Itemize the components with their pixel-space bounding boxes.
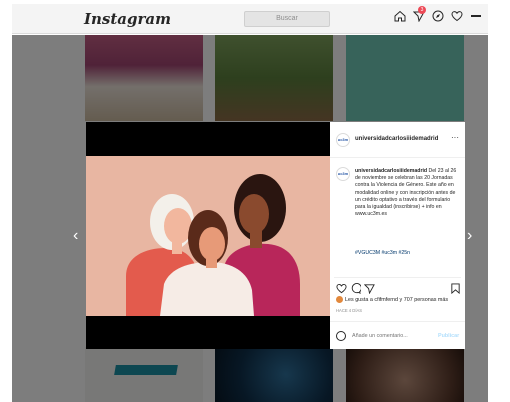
notification-badge: 3 [418, 6, 426, 14]
instagram-logo[interactable]: Instagram [84, 10, 171, 28]
illustration-women [86, 156, 330, 316]
explore-icon[interactable] [432, 10, 444, 22]
post-image[interactable] [86, 122, 330, 349]
search-input[interactable]: Buscar [244, 11, 330, 27]
save-icon[interactable] [450, 283, 461, 294]
heart-icon[interactable] [451, 10, 463, 22]
post-caption: universidadcarlosiiidemadrid Del 23 al 2… [355, 168, 459, 218]
next-post-arrow-icon[interactable]: › [467, 228, 472, 244]
likes-text: Les gusta a cfifmfernd y 707 personas má… [345, 296, 449, 303]
profile-avatar-icon[interactable] [470, 10, 482, 22]
author-username[interactable]: universidadcarlosiiidemadrid [355, 136, 438, 142]
post-timestamp: HACE 4 DÍAS [336, 308, 363, 313]
share-icon[interactable] [364, 283, 375, 294]
browser-frame: Instagram Buscar 3 ‹ › uc3m universidadc… [0, 0, 510, 402]
comment-form: Publicar [330, 321, 465, 349]
home-icon[interactable] [394, 10, 406, 22]
publish-button[interactable]: Publicar [438, 333, 459, 339]
post-hashtags[interactable]: #VGUC3M #uc3m #25n [355, 250, 410, 256]
post-header: uc3m universidadcarlosiiidemadrid ··· [330, 122, 465, 158]
caption-author-avatar[interactable]: uc3m [336, 167, 350, 181]
like-icon[interactable] [336, 283, 347, 294]
liker-avatar [336, 296, 343, 303]
top-nav: Instagram Buscar 3 [12, 4, 488, 34]
previous-post-arrow-icon[interactable]: ‹ [73, 228, 78, 244]
comment-input[interactable] [352, 331, 432, 341]
more-icon[interactable]: ··· [451, 133, 459, 142]
nav-icons: 3 [394, 6, 482, 22]
likes-summary[interactable]: Les gusta a cfifmfernd y 707 personas má… [336, 296, 461, 303]
comment-icon[interactable] [350, 283, 361, 294]
caption-username[interactable]: universidadcarlosiiidemadrid [355, 168, 427, 174]
post-actions [334, 277, 461, 294]
direct-icon[interactable]: 3 [413, 6, 426, 22]
author-avatar[interactable]: uc3m [336, 133, 350, 147]
post-details-panel: uc3m universidadcarlosiiidemadrid ··· uc… [330, 122, 465, 349]
emoji-icon[interactable] [336, 331, 346, 341]
caption-text: Del 23 al 26 de noviembre se celebran la… [355, 168, 457, 218]
